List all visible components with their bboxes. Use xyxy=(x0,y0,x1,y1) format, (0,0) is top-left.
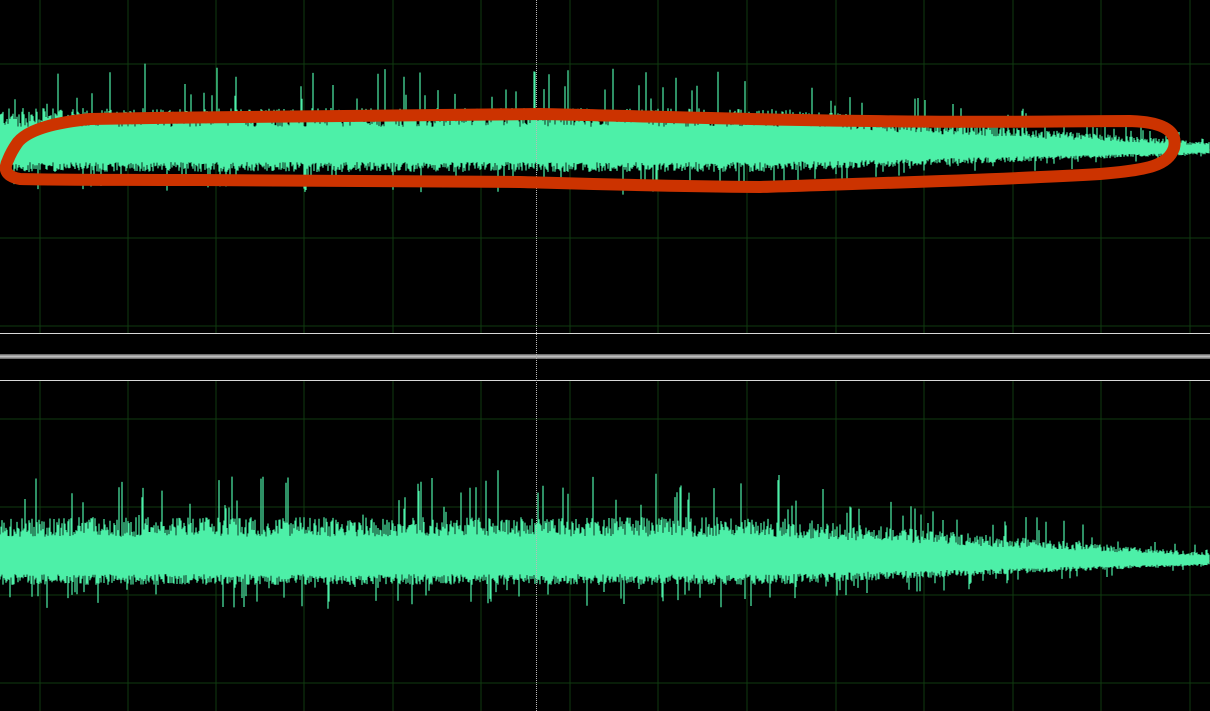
channel-left-waveform[interactable] xyxy=(0,0,1210,333)
channel-left-canvas xyxy=(0,0,1210,333)
waveform-spikes xyxy=(0,470,1210,609)
waveform-spikes xyxy=(0,63,1210,195)
channel-splitter-handle[interactable] xyxy=(0,354,1210,359)
channel-divider[interactable] xyxy=(0,333,1210,381)
waveform-editor[interactable] xyxy=(0,0,1210,711)
divider-line xyxy=(0,333,1210,334)
channel-right-waveform[interactable] xyxy=(0,381,1210,711)
channel-right-canvas xyxy=(0,381,1210,711)
